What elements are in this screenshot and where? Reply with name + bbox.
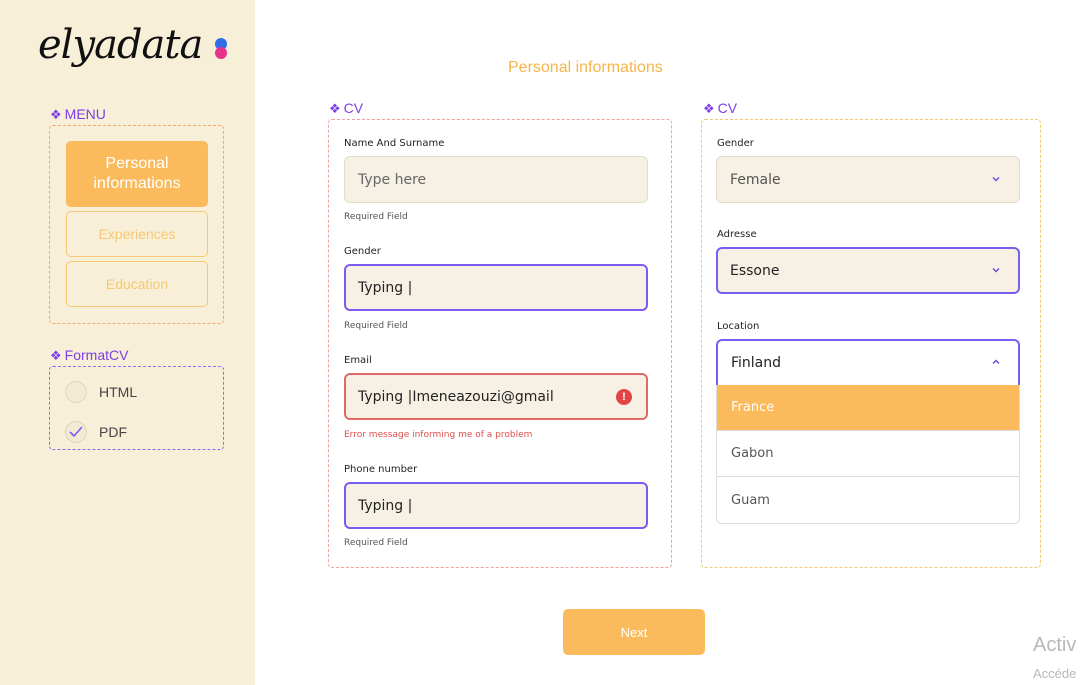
watermark-line2: Accéde [1033, 666, 1077, 681]
format-option-html[interactable]: HTML [65, 381, 137, 403]
email-error-message: Error message informing me of a problem [344, 430, 533, 440]
email-field-label: Email [344, 355, 372, 366]
format-box: HTML PDF [49, 366, 224, 450]
location-dropdown: France Gabon Guam [716, 385, 1020, 524]
gender-field-label: Gender [344, 246, 381, 257]
menu-section-label: ❖ MENU [50, 106, 106, 122]
logo: elyadata [38, 22, 203, 68]
location-select-value: Finland [731, 355, 782, 371]
pdf-label: PDF [99, 424, 127, 440]
sidebar: elyadata ❖ MENU Personal informations Exp… [0, 0, 255, 685]
adresse-select-value: Essone [730, 262, 780, 279]
name-input[interactable]: Type here [344, 156, 648, 203]
html-label: HTML [99, 384, 138, 400]
cv-section-label-right: ❖ CV [703, 100, 738, 116]
watermark-line1: Activ [1033, 634, 1077, 656]
name-field-label: Name And Surname [344, 138, 445, 149]
phone-input[interactable]: Typing | [344, 482, 648, 529]
location-option-guam[interactable]: Guam [717, 477, 1019, 523]
location-select[interactable]: Finland [716, 339, 1020, 386]
menu-item-education[interactable]: Education [66, 261, 208, 307]
phone-field-label: Phone number [344, 464, 418, 475]
adresse-select-label: Adresse [717, 229, 757, 240]
gender-helper: Required Field [344, 321, 408, 331]
diamond-icon: ❖ [329, 101, 341, 116]
menu-box: Personal informations Experiences Educat… [49, 125, 224, 324]
gender-select-label: Gender [717, 138, 754, 149]
cv-section-label-left: ❖ CV [329, 100, 364, 116]
name-helper: Required Field [344, 212, 408, 222]
page: elyadata ❖ MENU Personal informations Exp… [0, 0, 1083, 685]
location-option-gabon[interactable]: Gabon [717, 431, 1019, 477]
next-button[interactable]: Next [563, 609, 705, 655]
location-select-label: Location [717, 321, 760, 332]
adresse-select[interactable]: Essone [716, 247, 1020, 294]
check-icon [69, 426, 83, 438]
chevron-down-icon [992, 176, 1000, 182]
chevron-down-icon [992, 267, 1000, 273]
pdf-checkbox[interactable] [65, 421, 87, 443]
email-value: Typing |Imeneazouzi@gmail [358, 388, 554, 405]
logo-mark-icon [214, 38, 228, 60]
gender-input[interactable]: Typing | [344, 264, 648, 311]
format-section-label: ❖ FormatCV [50, 347, 129, 363]
gender-select[interactable]: Female [716, 156, 1020, 203]
phone-helper: Required Field [344, 538, 408, 548]
diamond-icon: ❖ [703, 101, 715, 116]
activation-watermark: Activ Accéde [1033, 630, 1083, 685]
location-option-france[interactable]: France [717, 385, 1019, 431]
menu-item-experiences[interactable]: Experiences [66, 211, 208, 257]
diamond-icon: ❖ [50, 107, 62, 122]
format-option-pdf[interactable]: PDF [65, 421, 127, 443]
error-icon: ! [616, 389, 632, 405]
gender-select-value: Female [730, 171, 781, 188]
email-input[interactable]: Typing |Imeneazouzi@gmail ! [344, 373, 648, 420]
chevron-up-icon [992, 359, 1000, 365]
diamond-icon: ❖ [50, 348, 62, 363]
menu-item-personal-informations[interactable]: Personal informations [66, 141, 208, 207]
html-checkbox[interactable] [65, 381, 87, 403]
page-title: Personal informations [508, 59, 663, 76]
